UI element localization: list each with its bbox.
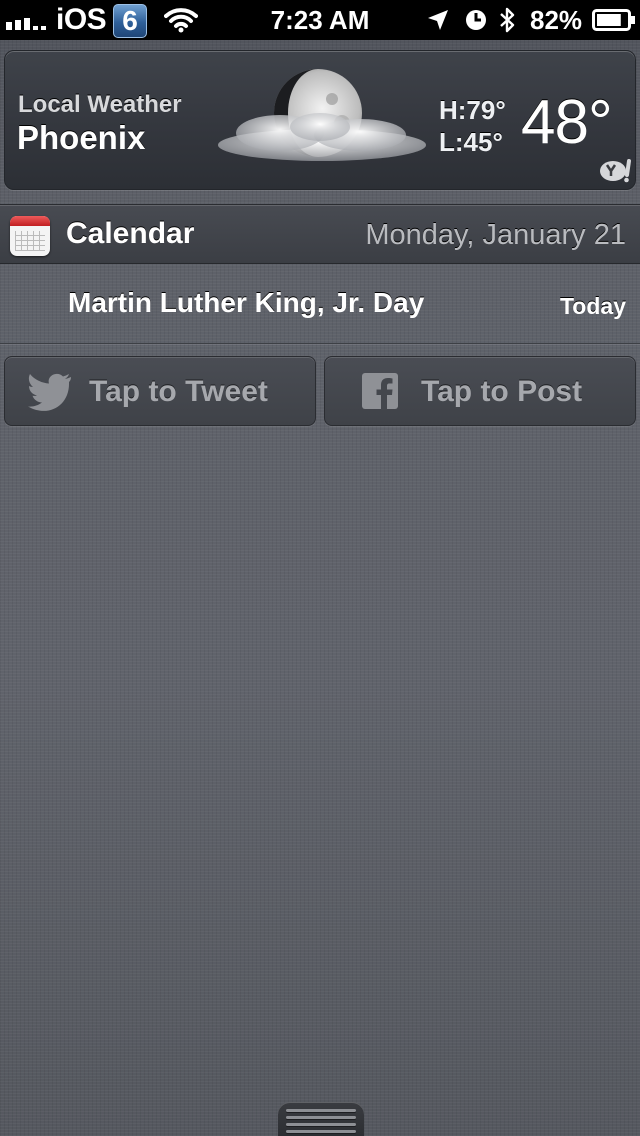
weather-low: L:45° — [439, 127, 503, 157]
weather-widget[interactable]: Local Weather Phoenix H:79° L:45° 48° — [4, 50, 636, 190]
bluetooth-icon — [498, 0, 518, 40]
tap-to-tweet-button[interactable]: Tap to Tweet — [4, 356, 316, 426]
battery-icon — [592, 0, 636, 40]
event-when: Today — [559, 293, 626, 319]
moon-cloud-icon — [210, 65, 430, 180]
yahoo-icon[interactable] — [599, 159, 633, 183]
calendar-title: Calendar — [66, 217, 195, 250]
weather-high: H:79° — [439, 95, 506, 125]
post-label: Tap to Post — [421, 375, 583, 408]
location-arrow-icon — [426, 0, 450, 40]
tap-to-post-button[interactable]: Tap to Post — [324, 356, 636, 426]
calendar-event[interactable]: Martin Luther King, Jr. Day Today — [0, 263, 640, 344]
close-handle[interactable] — [278, 1102, 364, 1136]
weather-label: Local Weather — [18, 91, 182, 118]
alarm-clock-icon — [464, 0, 488, 40]
weather-city: Phoenix — [17, 119, 146, 156]
twitter-bird-icon — [27, 372, 73, 417]
tweet-label: Tap to Tweet — [89, 375, 268, 408]
status-bar: iOS 6 7:23 AM 82% — [0, 0, 640, 40]
battery-percent: 82% — [530, 4, 583, 35]
notification-center: iOS 6 7:23 AM 82% Local Weather Phoenix … — [0, 0, 640, 1136]
calendar-header[interactable]: Calendar Monday, January 21 — [0, 204, 640, 264]
event-title: Martin Luther King, Jr. Day — [68, 287, 425, 318]
weather-temperature: 48° — [521, 88, 613, 157]
calendar-date: Monday, January 21 — [365, 219, 626, 251]
calendar-icon — [10, 216, 50, 256]
facebook-icon — [361, 372, 399, 415]
